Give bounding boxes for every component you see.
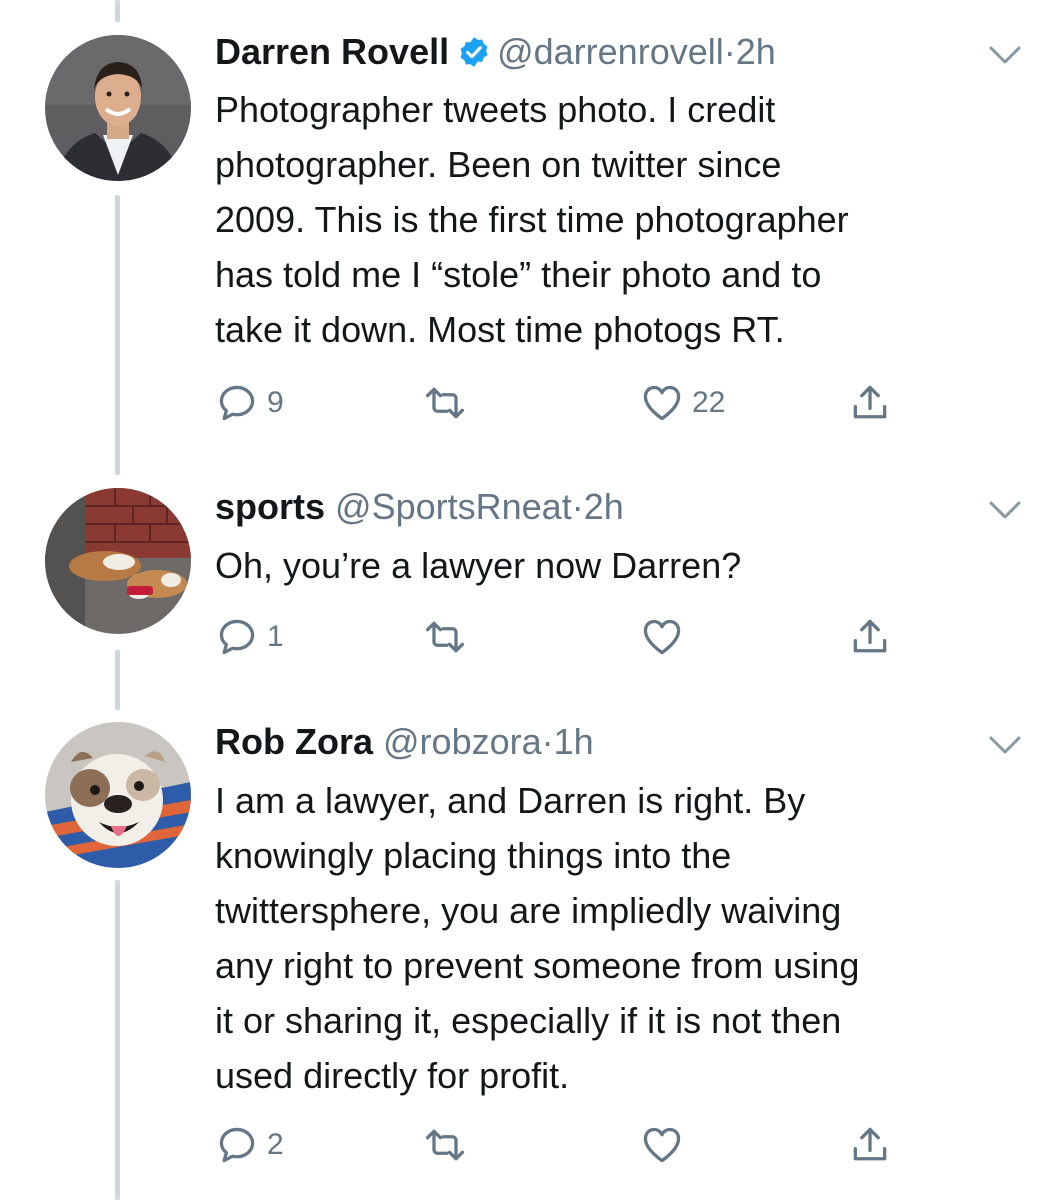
- tweet-text-line: twittersphere, you are impliedly waiving: [215, 890, 842, 931]
- reply-icon: [219, 619, 255, 655]
- tweet-text-line: photographer. Been on twitter since: [215, 144, 782, 185]
- chevron-down-icon[interactable]: [985, 497, 1025, 523]
- share-icon: [853, 385, 887, 419]
- thread-line-1: [115, 195, 120, 475]
- reply-button[interactable]: 9: [215, 378, 284, 428]
- retweet-button[interactable]: [423, 378, 475, 428]
- heart-icon: [643, 385, 681, 421]
- separator-dot: ·: [571, 486, 584, 527]
- share-button[interactable]: [848, 612, 892, 662]
- retweet-button[interactable]: [423, 612, 475, 662]
- tweet-text-line: I am a lawyer, and Darren is right. By: [215, 780, 806, 821]
- like-button[interactable]: [640, 612, 692, 662]
- reply-button[interactable]: 1: [215, 612, 284, 662]
- timestamp[interactable]: 2h: [736, 31, 776, 72]
- tweet-text-line: it or sharing it, especially if it is no…: [215, 1000, 842, 1041]
- heart-icon: [643, 619, 681, 655]
- tweet-text-line: 2009. This is the first time photographe…: [215, 199, 849, 240]
- display-name[interactable]: sports: [215, 486, 325, 527]
- tweet-text-line: has told me I “stole” their photo and to: [215, 254, 822, 295]
- tweet-text-line: Photographer tweets photo. I credit: [215, 89, 776, 130]
- avatar[interactable]: [45, 35, 191, 181]
- chevron-down-icon[interactable]: [985, 42, 1025, 68]
- retweet-icon: [425, 621, 465, 653]
- share-icon: [853, 619, 887, 653]
- tweet-header: Darren Rovell @darrenrovell·2h: [215, 30, 776, 74]
- handle[interactable]: @darrenrovell: [497, 31, 724, 72]
- thread-line-3: [115, 880, 120, 1200]
- reply-count: 1: [267, 620, 284, 653]
- tweet-actions: 2: [215, 1120, 1015, 1170]
- handle[interactable]: @robzora: [383, 721, 542, 762]
- share-button[interactable]: [848, 1120, 892, 1170]
- tweet-text: Photographer tweets photo. I credit phot…: [215, 82, 1015, 357]
- chevron-down-icon[interactable]: [985, 732, 1025, 758]
- thread-line-top: [115, 0, 120, 22]
- retweet-icon: [425, 1129, 465, 1161]
- separator-dot: ·: [541, 721, 554, 762]
- timestamp[interactable]: 1h: [554, 721, 594, 762]
- tweet-text-line: Oh, you’re a lawyer now Darren?: [215, 545, 742, 586]
- tweet-text-line: used directly for profit.: [215, 1055, 570, 1096]
- tweet-text: Oh, you’re a lawyer now Darren?: [215, 538, 1015, 593]
- display-name[interactable]: Darren Rovell: [215, 31, 449, 72]
- display-name[interactable]: Rob Zora: [215, 721, 373, 762]
- share-button[interactable]: [848, 378, 892, 428]
- tweet-text-line: any right to prevent someone from using: [215, 945, 860, 986]
- tweet-actions: 9 22: [215, 378, 1015, 428]
- reply-icon: [219, 385, 255, 421]
- avatar[interactable]: [45, 722, 191, 868]
- reply-button[interactable]: 2: [215, 1120, 284, 1170]
- heart-icon: [643, 1127, 681, 1163]
- tweet-actions: 1: [215, 612, 1015, 662]
- tweet-header: sports @SportsRneat·2h: [215, 485, 624, 529]
- tweet-text-line: knowingly placing things into the: [215, 835, 732, 876]
- reply-icon: [219, 1127, 255, 1163]
- tweet-text: I am a lawyer, and Darren is right. By k…: [215, 773, 1015, 1103]
- like-button[interactable]: [640, 1120, 692, 1170]
- handle[interactable]: @SportsRneat: [335, 486, 572, 527]
- reply-count: 2: [267, 1128, 284, 1161]
- tweet-header: Rob Zora @robzora·1h: [215, 720, 594, 764]
- retweet-icon: [425, 387, 465, 419]
- verified-badge-icon: [457, 35, 491, 69]
- retweet-button[interactable]: [423, 1120, 475, 1170]
- like-count: 22: [692, 386, 726, 419]
- avatar[interactable]: [45, 488, 191, 634]
- thread-line-2: [115, 650, 120, 710]
- reply-count: 9: [267, 386, 284, 419]
- tweet-text-line: take it down. Most time photogs RT.: [215, 309, 785, 350]
- timestamp[interactable]: 2h: [584, 486, 624, 527]
- like-button[interactable]: 22: [640, 378, 725, 428]
- separator-dot: ·: [723, 31, 736, 72]
- share-icon: [853, 1127, 887, 1161]
